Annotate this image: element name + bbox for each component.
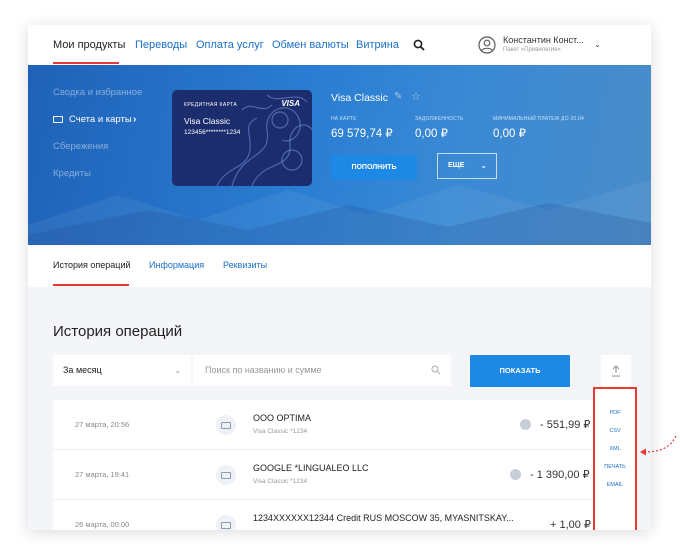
search-input[interactable]: Поиск по названию и сумме	[193, 355, 451, 386]
account-hero: Сводка и избранное Счета и карты › Сбере…	[28, 65, 651, 245]
search-icon[interactable]	[413, 39, 425, 51]
edit-pencil-icon[interactable]: ✎	[394, 91, 402, 102]
transaction-date: 26 марта, 00:00	[75, 520, 130, 529]
transaction-date: 27 марта, 20:56	[75, 420, 130, 429]
chevron-down-icon[interactable]: ⌄	[594, 40, 601, 49]
chevron-down-icon: ⌄	[480, 161, 487, 170]
period-select-value: За месяц	[63, 365, 102, 375]
top-nav: Мои продукты Переводы Оплата услуг Обмен…	[28, 25, 651, 65]
stat-debt-value: 0,00 ₽	[415, 128, 448, 140]
transaction-merchant: 1234XXXXXX12344 Credit RUS MOSCOW 35, MY…	[253, 513, 514, 523]
export-xml[interactable]: XML	[595, 446, 635, 452]
card-number: 123456********1234	[184, 129, 241, 136]
card-icon	[216, 415, 236, 435]
upload-icon	[612, 365, 620, 377]
table-row[interactable]: 27 марта, 20:56 OOO OPTIMA Visa Classic …	[53, 400, 628, 450]
transaction-card: Visa Classic *1234	[253, 478, 308, 485]
card-icon	[53, 116, 63, 123]
more-button[interactable]: ЕЩЕ ⌄	[437, 153, 497, 179]
topup-button[interactable]: ПОПОЛНИТЬ	[331, 155, 417, 180]
card-icon	[216, 515, 236, 530]
tab-history[interactable]: История операций	[53, 260, 131, 270]
clock-icon	[510, 469, 521, 480]
user-package: Пакет «Привилегия»	[503, 47, 561, 53]
transaction-merchant: OOO OPTIMA	[253, 413, 312, 423]
sidebar-item-accounts-cards[interactable]: Счета и карты	[53, 114, 132, 125]
nav-transfers[interactable]: Переводы	[135, 39, 187, 51]
user-name[interactable]: Константин Конст...	[503, 35, 584, 45]
more-button-label: ЕЩЕ	[448, 162, 465, 169]
export-csv[interactable]: CSV	[595, 428, 635, 434]
account-tabs: История операций Информация Реквизиты	[28, 245, 651, 287]
transaction-amount: - 1 390,00 ₽	[530, 469, 590, 481]
stat-min-payment-value: 0,00 ₽	[493, 128, 526, 140]
nav-active-indicator	[53, 62, 119, 64]
tab-active-indicator	[53, 284, 129, 286]
export-print[interactable]: ПЕЧАТЬ	[595, 464, 635, 470]
card-type-label: КРЕДИТНАЯ КАРТА	[184, 102, 238, 108]
period-select[interactable]: За месяц ⌄	[53, 355, 191, 386]
annotation-arrow-icon	[640, 435, 677, 456]
history-title: История операций	[53, 323, 183, 340]
transactions-list: 27 марта, 20:56 OOO OPTIMA Visa Classic …	[53, 400, 628, 530]
card-icon	[216, 465, 236, 485]
nav-my-products[interactable]: Мои продукты	[53, 39, 125, 51]
transaction-amount: - 551,99 ₽	[540, 419, 591, 431]
sidebar-item-credits[interactable]: Кредиты	[53, 168, 91, 179]
nav-currency-exchange[interactable]: Обмен валюты	[272, 39, 349, 51]
account-title: Visa Classic	[331, 92, 388, 104]
app-window: Мои продукты Переводы Оплата услуг Обмен…	[28, 25, 651, 530]
sidebar-item-savings[interactable]: Сбережения	[53, 141, 108, 152]
stat-balance-label: НА КАРТЕ	[331, 116, 357, 122]
card-name: Visa Classic	[184, 116, 231, 126]
transaction-card: Visa Classic *1234	[253, 428, 308, 435]
star-icon[interactable]: ☆	[411, 90, 421, 103]
credit-card-image[interactable]: КРЕДИТНАЯ КАРТА VISA Visa Classic 123456…	[172, 90, 312, 186]
nav-showcase[interactable]: Витрина	[356, 39, 399, 51]
table-row[interactable]: 26 марта, 00:00 1234XXXXXX12344 Credit R…	[53, 500, 628, 530]
chevron-right-icon: ›	[133, 114, 137, 125]
transaction-merchant: GOOGLE *LINGUALEO LLC	[253, 463, 369, 473]
export-pdf[interactable]: PDF	[595, 410, 635, 416]
transaction-date: 27 марта, 19:41	[75, 470, 130, 479]
clock-icon	[520, 419, 531, 430]
search-placeholder: Поиск по названию и сумме	[205, 365, 322, 375]
tab-requisites[interactable]: Реквизиты	[223, 260, 267, 270]
stat-balance-value: 69 579,74 ₽	[331, 128, 393, 140]
transaction-amount: + 1,00 ₽	[550, 519, 591, 530]
tab-information[interactable]: Информация	[149, 260, 204, 270]
sidebar-item-label: Счета и карты	[69, 114, 132, 125]
stat-min-payment-label: МИНИМАЛЬНЫЙ ПЛАТЕЖ ДО 20.04	[493, 116, 584, 122]
stat-debt-label: ЗАДОЛЖЕННОСТЬ	[415, 116, 464, 122]
export-button[interactable]	[601, 355, 631, 387]
sidebar-item-summary[interactable]: Сводка и избранное	[53, 87, 142, 98]
show-button[interactable]: ПОКАЗАТЬ	[470, 355, 570, 387]
user-avatar-icon[interactable]	[478, 36, 496, 54]
table-row[interactable]: 27 марта, 19:41 GOOGLE *LINGUALEO LLC Vi…	[53, 450, 628, 500]
search-icon	[431, 365, 441, 375]
nav-payments[interactable]: Оплата услуг	[196, 39, 264, 51]
visa-logo: VISA	[281, 99, 300, 108]
chevron-down-icon: ⌄	[174, 366, 181, 375]
export-email[interactable]: EMAIL	[595, 482, 635, 488]
export-menu: PDF CSV XML ПЕЧАТЬ EMAIL	[593, 387, 637, 530]
